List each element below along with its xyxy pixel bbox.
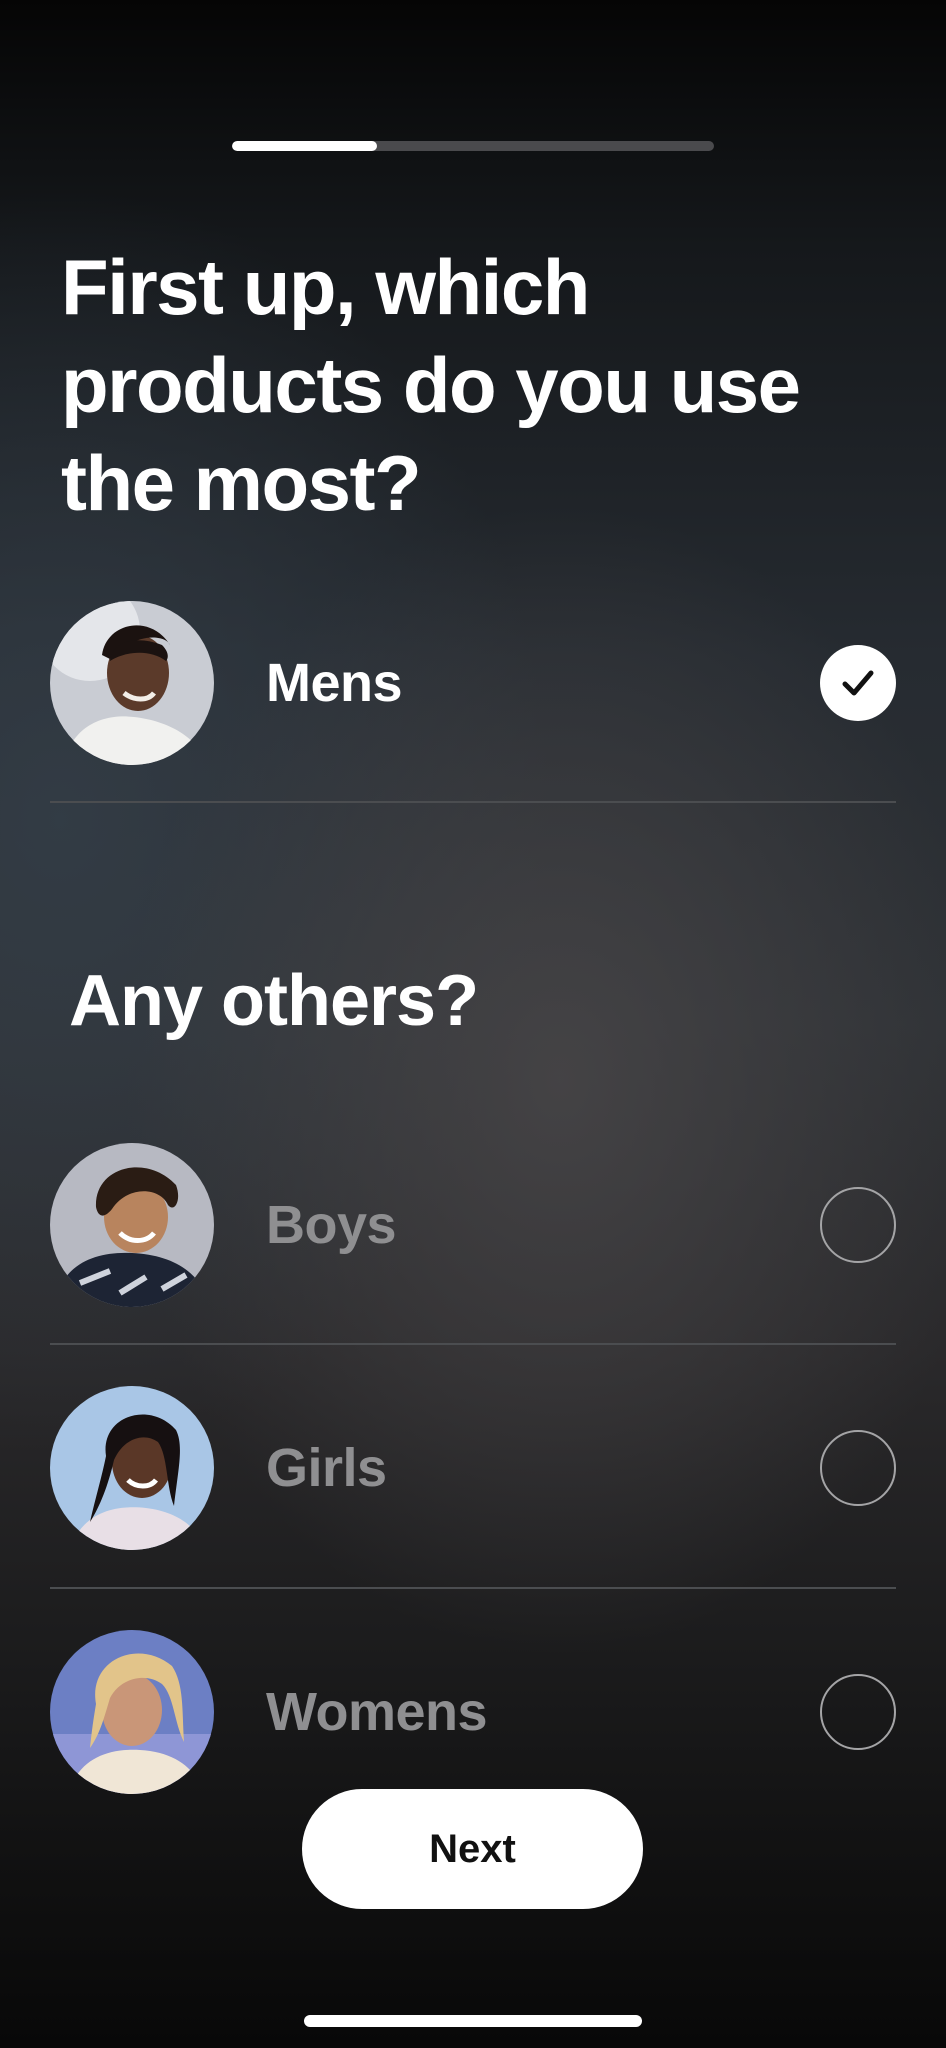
option-label: Womens xyxy=(266,1682,488,1742)
others-title: Any others? xyxy=(69,961,479,1041)
option-label: Mens xyxy=(266,653,403,713)
progress-bar xyxy=(232,141,714,151)
home-indicator[interactable] xyxy=(304,2015,642,2027)
divider xyxy=(50,1587,896,1589)
option-label: Boys xyxy=(266,1195,397,1255)
mens-avatar xyxy=(50,601,214,765)
option-mens[interactable]: Mens xyxy=(50,601,896,771)
option-label: Girls xyxy=(266,1438,387,1498)
question-title: First up, which products do you use the … xyxy=(61,243,801,527)
womens-avatar xyxy=(50,1630,214,1794)
option-womens[interactable]: Womens xyxy=(50,1630,896,1800)
radio-circle-icon[interactable] xyxy=(820,1674,896,1750)
radio-circle-icon[interactable] xyxy=(820,1187,896,1263)
divider xyxy=(50,1343,896,1345)
divider xyxy=(50,801,896,803)
option-girls[interactable]: Girls xyxy=(50,1386,896,1556)
option-boys[interactable]: Boys xyxy=(50,1143,896,1313)
boys-avatar xyxy=(50,1143,214,1307)
checkmark-icon[interactable] xyxy=(820,645,896,721)
next-button[interactable]: Next xyxy=(302,1789,643,1909)
onboarding-screen: First up, which products do you use the … xyxy=(0,0,946,2048)
progress-fill xyxy=(232,141,377,151)
girls-avatar xyxy=(50,1386,214,1550)
radio-circle-icon[interactable] xyxy=(820,1430,896,1506)
